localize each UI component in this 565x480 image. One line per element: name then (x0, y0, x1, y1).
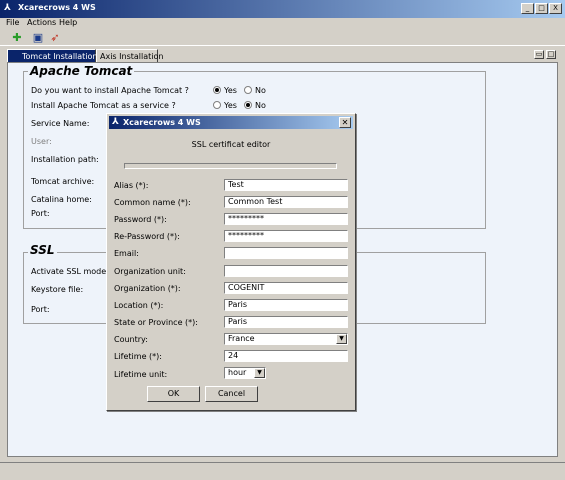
window-title: Xcarecrows 4 WS (18, 3, 96, 12)
alias-field[interactable]: Test (224, 179, 348, 191)
dialog-title: Xcarecrows 4 WS (123, 118, 201, 127)
tomcat-port-label: Port: (31, 209, 50, 218)
tab-tomcat-installation[interactable]: Tomcat Installation (7, 49, 98, 63)
lifetime-unit-value: hour (228, 368, 247, 377)
install-tomcat-label: Do you want to install Apache Tomcat ? (31, 86, 189, 95)
close-button[interactable]: X (549, 3, 562, 14)
lifetime-unit-label: Lifetime unit: (114, 370, 168, 379)
lifetime-unit-select[interactable]: hour ▼ (224, 367, 266, 379)
service-yes-label: Yes (224, 101, 237, 110)
catalina-home-label: Catalina home: (31, 195, 92, 204)
dialog-app-icon: ⅄ (112, 117, 119, 127)
rocket-icon[interactable]: ➶ (48, 31, 62, 45)
organization-unit-label: Organization unit: (114, 267, 186, 276)
apache-tomcat-title: Apache Tomcat (28, 64, 135, 78)
minimize-button[interactable]: _ (521, 3, 534, 14)
ssl-certificate-dialog: ⅄ Xcarecrows 4 WS ✕ SSL certificat edito… (106, 113, 356, 411)
organization-field[interactable]: COGENIT (224, 282, 348, 294)
alias-label: Alias (*): (114, 181, 149, 190)
status-bar (0, 462, 565, 480)
maximize-button[interactable]: □ (535, 3, 548, 14)
service-label: Install Apache Tomcat as a service ? (31, 101, 176, 110)
dialog-close-button[interactable]: ✕ (339, 117, 351, 128)
panel-maximize-button[interactable]: □ (546, 50, 556, 59)
installation-path-label: Installation path: (31, 155, 99, 164)
organization-label: Organization (*): (114, 284, 181, 293)
install-yes-label: Yes (224, 86, 237, 95)
tab-strip: Tomcat Installation Axis Installation ▭ … (7, 49, 558, 63)
cancel-button[interactable]: Cancel (205, 386, 258, 402)
service-no-label: No (255, 101, 266, 110)
ssl-title: SSL (28, 243, 57, 257)
common-name-field[interactable]: Common Test (224, 196, 348, 208)
menu-bar: File Actions Help (0, 18, 565, 30)
country-select[interactable]: France ▼ (224, 333, 348, 345)
install-no-label: No (255, 86, 266, 95)
install-no-radio[interactable] (244, 86, 252, 94)
install-yes-radio[interactable] (213, 86, 221, 94)
password-field[interactable]: ********* (224, 213, 348, 225)
lifetime-field[interactable]: 24 (224, 350, 348, 362)
country-value: France (228, 334, 255, 343)
service-name-label: Service Name: (31, 119, 90, 128)
activate-ssl-label: Activate SSL mode ? (31, 267, 113, 276)
lifetime-label: Lifetime (*): (114, 352, 162, 361)
dialog-title-bar: ⅄ Xcarecrows 4 WS ✕ (109, 116, 353, 129)
password-label: Password (*): (114, 215, 167, 224)
panel-restore-button[interactable]: ▭ (534, 50, 544, 59)
email-field[interactable] (224, 247, 348, 259)
toolbar: ✚ ▣ ➶ (0, 30, 565, 46)
add-icon[interactable]: ✚ (10, 31, 24, 45)
menu-actions[interactable]: Actions (27, 18, 56, 27)
tomcat-archive-label: Tomcat archive: (31, 177, 95, 186)
common-name-label: Common name (*): (114, 198, 191, 207)
menu-file[interactable]: File (6, 18, 19, 27)
app-icon: ⅄ (4, 3, 11, 13)
state-province-label: State or Province (*): (114, 318, 198, 327)
dialog-header: SSL certificat editor (191, 140, 271, 149)
re-password-field[interactable]: ********* (224, 230, 348, 242)
tab-axis-installation[interactable]: Axis Installation (96, 49, 163, 63)
organization-unit-field[interactable] (224, 265, 348, 277)
chevron-down-icon[interactable]: ▼ (336, 334, 347, 344)
service-no-radio[interactable] (244, 101, 252, 109)
window-title-bar: ⅄ Xcarecrows 4 WS _ □ X (0, 0, 565, 18)
location-field[interactable]: Paris (224, 299, 348, 311)
ok-button[interactable]: OK (147, 386, 200, 402)
service-yes-radio[interactable] (213, 101, 221, 109)
re-password-label: Re-Password (*): (114, 232, 180, 241)
menu-help[interactable]: Help (59, 18, 77, 27)
state-province-field[interactable]: Paris (224, 316, 348, 328)
keystore-file-label: Keystore file: (31, 285, 84, 294)
chevron-down-icon[interactable]: ▼ (254, 368, 265, 378)
ssl-port-label: Port: (31, 305, 50, 314)
progress-bar (124, 163, 337, 169)
location-label: Location (*): (114, 301, 164, 310)
user-label: User: (31, 137, 52, 146)
save-icon[interactable]: ▣ (31, 31, 45, 45)
country-label: Country: (114, 335, 148, 344)
email-label: Email: (114, 249, 139, 258)
